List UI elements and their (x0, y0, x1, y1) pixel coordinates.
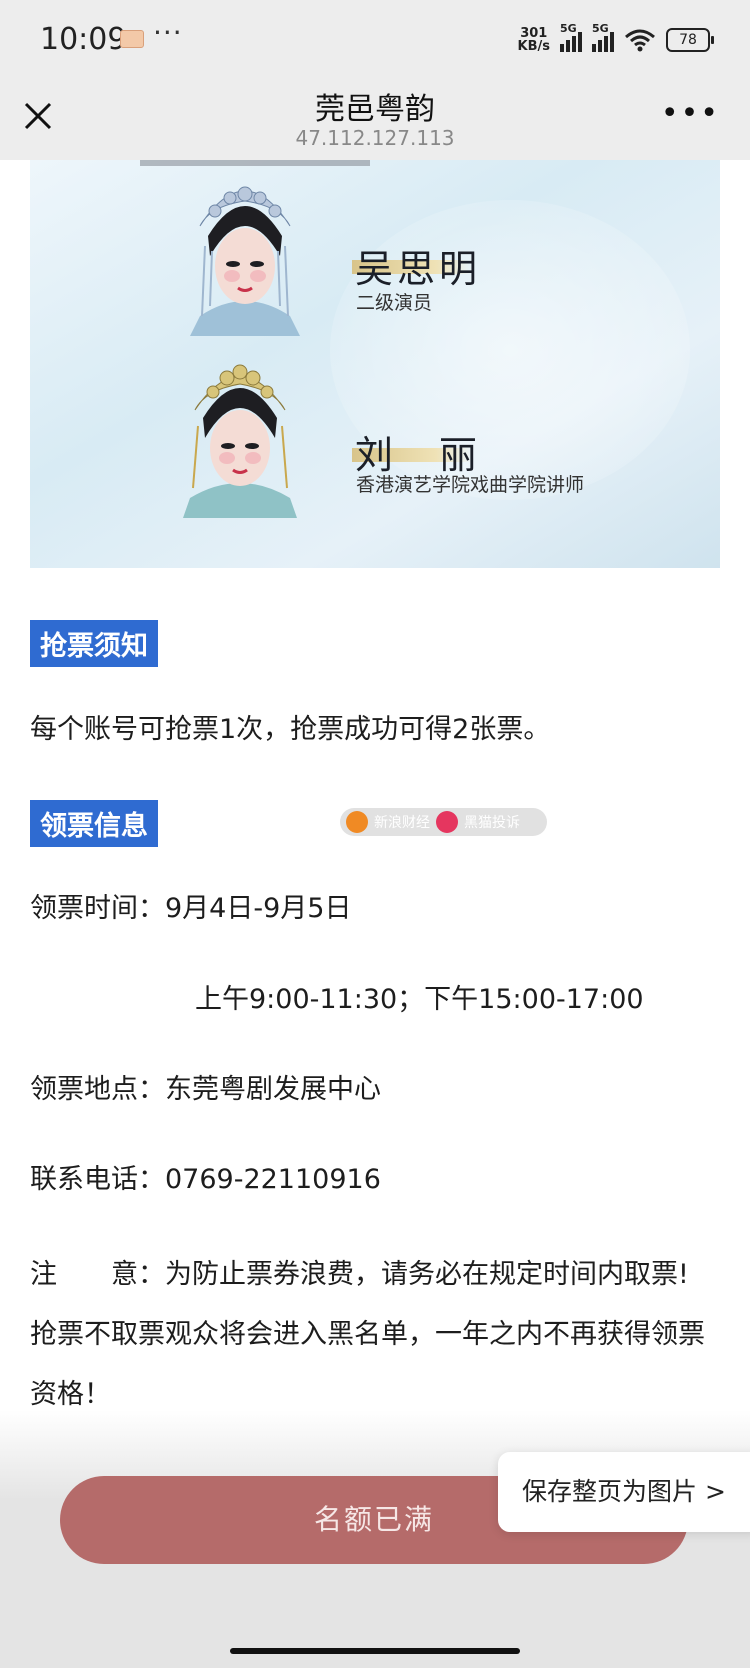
status-bar: 10:09 ··· 301 KB/s 5G 5G 78 (0, 0, 750, 80)
status-more-icon: ··· (153, 16, 183, 49)
network-speed-unit: KB/s (517, 39, 550, 54)
network-speed: 301 KB/s (518, 27, 550, 53)
watermark-left-text: 新浪财经 (374, 815, 430, 831)
sina-logo-icon (346, 811, 368, 833)
watermark-right-text: 黑猫投诉 (464, 815, 520, 831)
status-indicators: 301 KB/s 5G 5G 78 (518, 22, 714, 56)
cell-signal-label: 5G (560, 22, 577, 35)
cell-signal-icon-2: 5G (592, 22, 614, 52)
performer-name-1: 吴思明 (355, 247, 482, 291)
wifi-icon (625, 29, 655, 52)
nav-bar: 莞邑粤韵 47.112.127.113 ••• (0, 80, 750, 160)
performer-title-1: 二级演员 (356, 292, 433, 314)
rules-text: 每个账号可抢票1次，抢票成功可得2张票。 (30, 714, 551, 745)
performer-portrait-1 (190, 186, 300, 336)
pickup-heading: 领票信息 (30, 800, 158, 847)
pickup-time-slots: 上午9:00-11:30；下午15:00-17:00 (195, 984, 644, 1015)
performer-poster: 吴思明 二级演员 刘 丽 香港演艺学院戏曲学院讲师 (30, 160, 720, 568)
cell-signal-icon: 5G (560, 22, 582, 52)
more-menu-icon[interactable]: ••• (661, 99, 720, 129)
page-title: 莞邑粤韵 (315, 92, 435, 127)
performer-portrait-2 (183, 364, 297, 518)
pickup-place: 领票地点：东莞粤剧发展中心 (30, 1074, 381, 1105)
pickup-time: 领票时间：9月4日-9月5日 (30, 893, 352, 924)
rules-heading: 抢票须知 (30, 620, 158, 667)
pickup-phone: 联系电话：0769-22110916 (30, 1164, 381, 1195)
cell-signal-label-2: 5G (592, 22, 609, 35)
save-page-as-image-button[interactable]: 保存整页为图片 > (498, 1452, 750, 1532)
pickup-note: 注 意：为防止票券浪费，请务必在规定时间内取票!抢票不取票观众将会进入黑名单，一… (30, 1259, 705, 1410)
notification-app-icon (120, 30, 144, 48)
status-time: 10:09 (40, 22, 127, 57)
performer-title-2: 香港演艺学院戏曲学院讲师 (356, 474, 585, 496)
battery-icon: 78 (666, 28, 714, 52)
page-url: 47.112.127.113 (295, 126, 455, 150)
source-watermark: 新浪财经 黑猫投诉 (340, 808, 547, 836)
complaint-logo-icon (436, 811, 458, 833)
home-indicator[interactable] (230, 1648, 520, 1654)
